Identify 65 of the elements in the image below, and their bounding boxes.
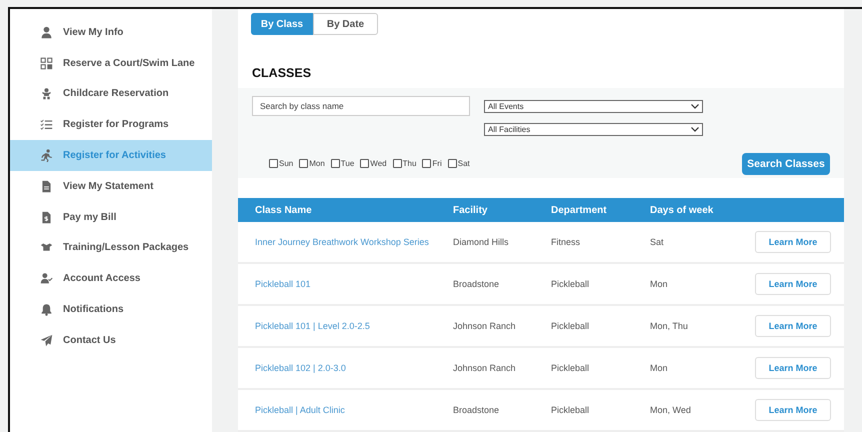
- checkbox[interactable]: [330, 159, 340, 168]
- checkbox[interactable]: [299, 159, 308, 168]
- section-heading: CLASSES: [252, 66, 312, 82]
- person-icon: [40, 26, 53, 39]
- table-cell: Mon, Thu: [650, 321, 688, 331]
- column-header: Class Name: [255, 204, 312, 216]
- bell-icon: [40, 303, 53, 316]
- table-cell: Johnson Ranch: [453, 321, 516, 331]
- paper-plane-icon: [40, 334, 53, 347]
- checkbox-label: Wed: [370, 159, 387, 168]
- checkbox-label: Sat: [458, 159, 470, 168]
- chevron-down-icon: [691, 126, 699, 132]
- column-header: Department: [551, 204, 607, 216]
- user-check-icon: [40, 272, 53, 286]
- chevron-down-icon: [691, 104, 699, 109]
- sidebar-item[interactable]: Notifications: [10, 294, 212, 325]
- sidebar-item[interactable]: Contact Us: [10, 324, 212, 356]
- tab[interactable]: By Date: [313, 13, 378, 35]
- checkbox-label: Fri: [432, 159, 442, 168]
- checkbox[interactable]: [422, 159, 432, 168]
- child-icon: [40, 87, 53, 100]
- runner-icon: [40, 149, 53, 162]
- checkbox-label: Sun: [279, 159, 294, 168]
- sidebar-item[interactable]: View My Statement: [10, 170, 212, 202]
- search-field[interactable]: Search by class name: [252, 96, 470, 116]
- learn-more-button[interactable]: Learn More: [755, 315, 831, 337]
- checkbox-label: Thu: [402, 159, 416, 168]
- document-icon: [40, 180, 53, 193]
- checkbox[interactable]: [360, 159, 370, 168]
- sidebar-item[interactable]: Register for Programs: [10, 109, 212, 140]
- column-header: Facility: [453, 204, 488, 216]
- column-header: Days of week: [650, 204, 714, 216]
- sidebar-item[interactable]: Training/Lesson Packages: [10, 232, 212, 264]
- grid-icon: [40, 56, 53, 70]
- table-cell: Diamond Hills: [453, 237, 509, 247]
- dollar-document-icon: [40, 210, 53, 224]
- checklist-icon: [40, 118, 53, 132]
- table-cell: Mon: [650, 279, 668, 289]
- sidebar-item[interactable]: Reserve a Court/Swim Lane: [10, 48, 212, 79]
- table-cell: Mon, Wed: [650, 405, 691, 415]
- table-cell: Mon: [650, 363, 668, 373]
- table-cell: Broadstone: [453, 405, 500, 415]
- sidebar-item[interactable]: Childcare Reservation: [10, 78, 212, 110]
- learn-more-button[interactable]: Learn More: [755, 231, 831, 253]
- checkbox[interactable]: [269, 159, 278, 168]
- table-cell: Broadstone: [453, 279, 500, 289]
- sidebar-item[interactable]: View My Info: [10, 17, 212, 48]
- dropdown[interactable]: All Facilities: [484, 122, 703, 136]
- table-cell: Pickleball: [551, 321, 590, 331]
- checkbox[interactable]: [392, 159, 402, 168]
- learn-more-button[interactable]: Learn More: [755, 399, 831, 421]
- table-cell: Johnson Ranch: [453, 363, 516, 373]
- learn-more-button[interactable]: Learn More: [755, 273, 831, 295]
- table-cell: Pickleball: [551, 405, 590, 415]
- table-cell: Pickleball: [551, 279, 590, 289]
- learn-more-button[interactable]: Learn More: [755, 357, 831, 379]
- checkbox-label: Tue: [340, 159, 354, 168]
- checkbox-label: Mon: [309, 159, 325, 168]
- sidebar-item[interactable]: Pay my Bill: [10, 202, 212, 233]
- table-cell: Sat: [650, 237, 664, 247]
- table-cell: Fitness: [551, 237, 580, 247]
- dropdown[interactable]: All Events: [484, 100, 703, 113]
- table-cell: Pickleball: [551, 363, 590, 373]
- sidebar-item[interactable]: Account Access: [10, 263, 212, 294]
- checkbox[interactable]: [448, 159, 457, 168]
